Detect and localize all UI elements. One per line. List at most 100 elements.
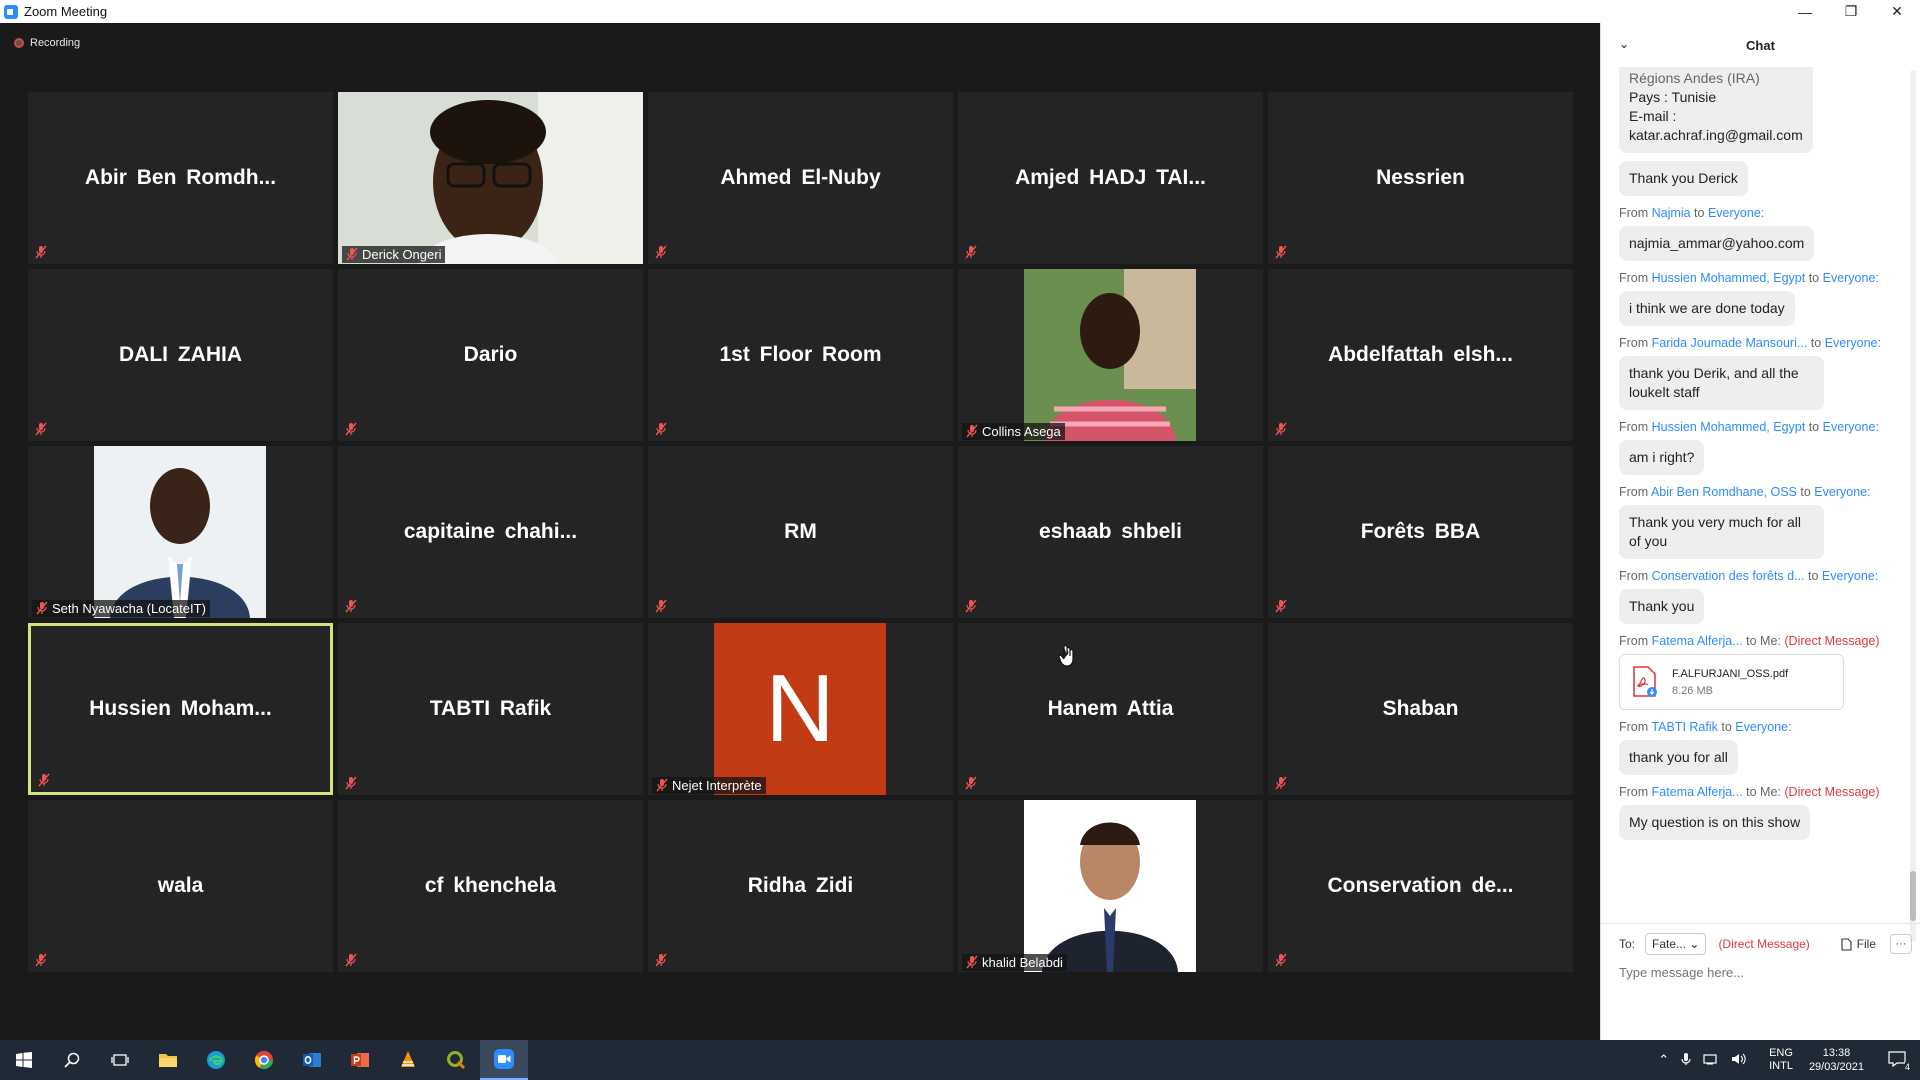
recipient-name[interactable]: Everyone: bbox=[1822, 569, 1878, 583]
file-name: F.ALFURJANI_OSS.pdf bbox=[1672, 667, 1789, 680]
chevron-up-icon[interactable]: ⌃ bbox=[1658, 1052, 1669, 1068]
sender-name[interactable]: Conservation des forêts d... bbox=[1652, 569, 1805, 583]
chat-header: ⌄ Chat bbox=[1601, 23, 1920, 67]
notification-icon[interactable]: 4 bbox=[1888, 1050, 1910, 1072]
participant-name: Dario bbox=[463, 343, 518, 366]
message-line: Régions Andes (IRA) bbox=[1629, 70, 1760, 86]
muted-microphone-icon bbox=[345, 953, 357, 967]
to-label: To: bbox=[1619, 937, 1636, 951]
sender-name[interactable]: TABTI Rafik bbox=[1651, 720, 1717, 734]
windows-start-icon[interactable] bbox=[0, 1040, 48, 1080]
participant-tile[interactable]: Seth Nyawacha (LocateIT) bbox=[28, 446, 333, 618]
outlook-icon[interactable] bbox=[288, 1040, 336, 1080]
chat-messages[interactable]: Régions Andes (IRA) Pays : Tunisie E-mai… bbox=[1601, 67, 1920, 917]
more-options-button[interactable]: ··· bbox=[1890, 934, 1912, 954]
file-explorer-icon[interactable] bbox=[144, 1040, 192, 1080]
participant-tile[interactable]: Amjed HADJ TAI... bbox=[958, 92, 1263, 264]
participant-tile[interactable]: cf khenchela bbox=[338, 800, 643, 972]
participant-tile[interactable]: khalid Belabdi bbox=[958, 800, 1263, 972]
sender-name[interactable]: Fatema Alferja... bbox=[1652, 785, 1743, 799]
muted-microphone-icon bbox=[965, 245, 977, 259]
participant-tile[interactable]: 1st Floor Room bbox=[648, 269, 953, 441]
message-input[interactable] bbox=[1619, 965, 1889, 980]
participant-name: Hussien Moham... bbox=[89, 697, 272, 720]
sender-name[interactable]: Farida Joumade Mansouri... bbox=[1652, 336, 1808, 350]
participant-tile[interactable]: Derick Ongeri bbox=[338, 92, 643, 264]
participant-tile[interactable]: Hanem Attia bbox=[958, 623, 1263, 795]
clock[interactable]: 13:38 29/03/2021 bbox=[1809, 1046, 1864, 1074]
chat-scrollbar[interactable] bbox=[1910, 71, 1916, 941]
message-bubble: My question is on this show bbox=[1619, 805, 1811, 840]
participant-tile[interactable]: RM bbox=[648, 446, 953, 618]
participant-tile[interactable]: Abir Ben Romdh... bbox=[28, 92, 333, 264]
to-label: to bbox=[1808, 420, 1820, 434]
participant-tile[interactable]: Shaban bbox=[1268, 623, 1573, 795]
recipient-name[interactable]: Everyone: bbox=[1823, 420, 1879, 434]
sender-name[interactable]: Fatema Alferja... bbox=[1652, 634, 1743, 648]
sender-name[interactable]: Hussien Mohammed, Egypt bbox=[1652, 420, 1806, 434]
close-button[interactable]: ✕ bbox=[1874, 0, 1920, 23]
participant-tile[interactable]: N Nejet Interprète bbox=[648, 623, 953, 795]
from-label: From bbox=[1619, 206, 1649, 220]
participant-tile[interactable]: Dario bbox=[338, 269, 643, 441]
recipient-name[interactable]: Everyone: bbox=[1814, 485, 1870, 499]
chrome-browser-icon[interactable] bbox=[240, 1040, 288, 1080]
participant-tile[interactable]: TABTI Rafik bbox=[338, 623, 643, 795]
sender-name[interactable]: Abir Ben Romdhane, OSS bbox=[1651, 485, 1797, 499]
chat-panel: ⌄ Chat Régions Andes (IRA) Pays : Tunisi… bbox=[1600, 23, 1920, 1040]
powerpoint-icon[interactable] bbox=[336, 1040, 384, 1080]
participant-tile[interactable]: capitaine chahi... bbox=[338, 446, 643, 618]
qgis-icon[interactable] bbox=[432, 1040, 480, 1080]
recipient-name[interactable]: Everyone: bbox=[1735, 720, 1791, 734]
message-line: E-mail : bbox=[1629, 108, 1677, 124]
recipient-dropdown[interactable]: Fate... ⌄ bbox=[1645, 933, 1707, 955]
minimize-button[interactable]: — bbox=[1782, 0, 1828, 23]
from-label: From bbox=[1619, 569, 1649, 583]
participant-tile[interactable]: Nessrien bbox=[1268, 92, 1573, 264]
volume-icon[interactable] bbox=[1731, 1053, 1747, 1068]
recipient-name[interactable]: Everyone: bbox=[1708, 206, 1764, 220]
participant-tile[interactable]: Collins Asega bbox=[958, 269, 1263, 441]
file-attachment[interactable]: F.ALFURJANI_OSS.pdf 8.26 MB bbox=[1619, 654, 1844, 710]
scrollbar-thumb[interactable] bbox=[1910, 871, 1916, 921]
language-indicator[interactable]: ENG INTL bbox=[1769, 1047, 1793, 1073]
video-gallery: Recording Abir Ben Romdh... Derick Ongeri… bbox=[0, 23, 1600, 1040]
participant-tile[interactable]: Abdelfattah elsh... bbox=[1268, 269, 1573, 441]
recipient-name[interactable]: Everyone: bbox=[1825, 336, 1881, 350]
edge-browser-icon[interactable] bbox=[192, 1040, 240, 1080]
participant-label: Nejet Interprète bbox=[652, 777, 766, 794]
search-icon[interactable] bbox=[48, 1040, 96, 1080]
file-button[interactable]: File bbox=[1841, 937, 1876, 951]
from-label: From bbox=[1619, 420, 1649, 434]
muted-microphone-icon bbox=[965, 776, 977, 790]
participant-name: Ridha Zidi bbox=[747, 874, 854, 897]
windows-taskbar: ⌃ ENG INTL 13:38 29/03/2021 4 bbox=[0, 1040, 1920, 1080]
restore-button[interactable]: ❐ bbox=[1828, 0, 1874, 23]
partial-message: Régions Andes (IRA) Pays : Tunisie E-mai… bbox=[1619, 67, 1813, 153]
sender-name[interactable]: Hussien Mohammed, Egypt bbox=[1652, 271, 1806, 285]
participant-tile[interactable]: eshaab shbeli bbox=[958, 446, 1263, 618]
participant-tile[interactable]: Ahmed El-Nuby bbox=[648, 92, 953, 264]
participant-tile[interactable]: Ridha Zidi bbox=[648, 800, 953, 972]
network-icon[interactable] bbox=[1703, 1053, 1719, 1068]
sender-name[interactable]: Najmia bbox=[1652, 206, 1691, 220]
participant-tile[interactable]: DALI ZAHIA bbox=[28, 269, 333, 441]
chat-title: Chat bbox=[1746, 37, 1775, 53]
to-label: to bbox=[1800, 485, 1811, 499]
muted-microphone-icon bbox=[35, 422, 47, 436]
chevron-down-icon[interactable]: ⌄ bbox=[1619, 37, 1629, 51]
task-view-icon[interactable] bbox=[96, 1040, 144, 1080]
recipient-name[interactable]: Everyone: bbox=[1823, 271, 1879, 285]
participant-tile[interactable]: wala bbox=[28, 800, 333, 972]
zoom-taskbar-icon[interactable] bbox=[480, 1040, 528, 1080]
vlc-icon[interactable] bbox=[384, 1040, 432, 1080]
muted-microphone-icon bbox=[1275, 776, 1287, 790]
participant-tile[interactable]: Conservation de... bbox=[1268, 800, 1573, 972]
microphone-icon[interactable] bbox=[1681, 1052, 1691, 1069]
muted-microphone-icon bbox=[1275, 599, 1287, 613]
participant-video bbox=[338, 92, 643, 264]
participant-tile[interactable]: Forêts BBA bbox=[1268, 446, 1573, 618]
participant-name: Derick Ongeri bbox=[362, 247, 442, 262]
participant-tile[interactable]: Hussien Moham... bbox=[28, 623, 333, 795]
pdf-file-icon bbox=[1630, 666, 1658, 698]
